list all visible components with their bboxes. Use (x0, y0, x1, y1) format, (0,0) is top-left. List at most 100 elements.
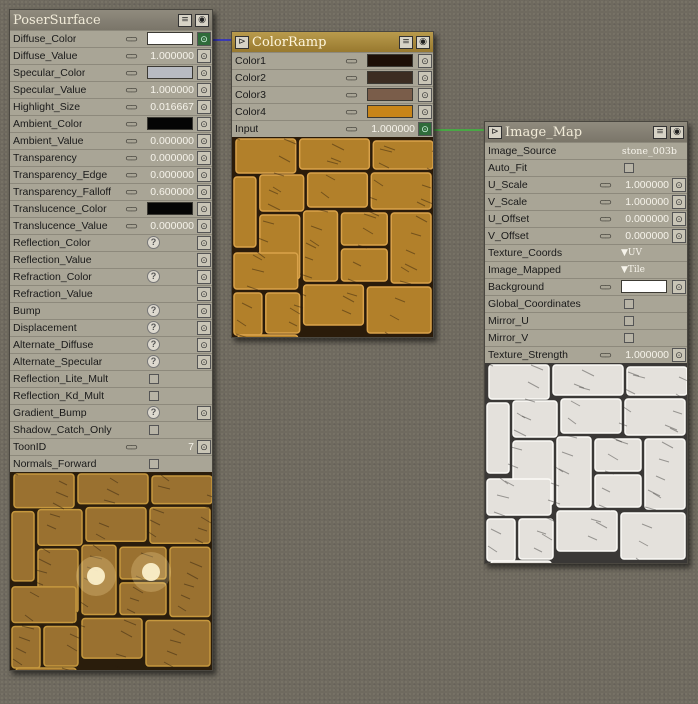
help-icon[interactable]: ? (147, 338, 160, 351)
chain-link-icon[interactable]: ⊂⊃ (345, 107, 358, 118)
param-row-u-offset[interactable]: U_Offset ⊂⊃ 0.000000 ⊙ (485, 210, 687, 227)
input-plug-icon[interactable]: ⊙ (197, 304, 211, 318)
param-row-input[interactable]: Input ⊂⊃ 1.000000 ⊙ (232, 120, 433, 137)
param-row-alternate-specular[interactable]: Alternate_Specular? ⊙ (10, 353, 212, 370)
chain-link-icon[interactable]: ⊂⊃ (599, 350, 612, 361)
param-row-mirror-v[interactable]: Mirror_V (485, 329, 687, 346)
param-row-transparency-falloff[interactable]: Transparency_Falloff ⊂⊃ 0.600000 ⊙ (10, 183, 212, 200)
chain-link-icon[interactable]: ⊂⊃ (599, 282, 612, 293)
chain-link-icon[interactable]: ⊂⊃ (125, 85, 138, 96)
checkbox[interactable] (624, 163, 634, 173)
param-value[interactable]: 1.000000 (625, 196, 669, 208)
posersurface-node[interactable]: PoserSurface ≡ ◉ Diffuse_Color ⊂⊃ ⊙ Diffuse… (9, 9, 213, 671)
input-plug-icon[interactable]: ⊙ (418, 88, 432, 102)
collapse-icon[interactable]: ⊳ (235, 35, 249, 49)
param-row-reflection-color[interactable]: Reflection_Color? ⊙ (10, 234, 212, 251)
input-plug-icon[interactable]: ⊙ (197, 83, 211, 97)
input-plug-icon[interactable]: ⊙ (672, 280, 686, 294)
input-plug-icon[interactable]: ⊙ (197, 287, 211, 301)
param-row-translucence-color[interactable]: Translucence_Color ⊂⊃ ⊙ (10, 200, 212, 217)
param-value[interactable]: 0.000000 (150, 135, 194, 147)
help-icon[interactable]: ? (147, 304, 160, 317)
param-row-reflection-lite-mult[interactable]: Reflection_Lite_Mult (10, 370, 212, 387)
chain-link-icon[interactable]: ⊂⊃ (599, 214, 612, 225)
param-value[interactable]: 1.000000 (371, 123, 415, 135)
param-value[interactable]: 7 (188, 441, 194, 453)
param-row-ambient-color[interactable]: Ambient_Color ⊂⊃ ⊙ (10, 115, 212, 132)
chain-link-icon[interactable]: ⊂⊃ (125, 153, 138, 164)
param-value[interactable]: 1.000000 (150, 50, 194, 62)
input-plug-icon[interactable]: ⊙ (418, 105, 432, 119)
input-plug-icon[interactable]: ⊙ (197, 219, 211, 233)
chain-link-icon[interactable]: ⊂⊃ (125, 136, 138, 147)
input-plug-icon[interactable]: ⊙ (418, 71, 432, 85)
param-value[interactable]: 0.000000 (150, 169, 194, 181)
input-plug-icon[interactable]: ⊙ (197, 117, 211, 131)
color-swatch[interactable] (367, 54, 413, 67)
input-plug-icon[interactable]: ⊙ (197, 66, 211, 80)
posersurface-titlebar[interactable]: PoserSurface ≡ ◉ (10, 10, 212, 30)
preview-eye-icon[interactable]: ◉ (416, 35, 430, 49)
chain-link-icon[interactable]: ⊂⊃ (125, 170, 138, 181)
color-swatch[interactable] (147, 66, 193, 79)
chain-link-icon[interactable]: ⊂⊃ (125, 68, 138, 79)
param-row-u-scale[interactable]: U_Scale ⊂⊃ 1.000000 ⊙ (485, 176, 687, 193)
input-plug-icon[interactable]: ⊙ (672, 195, 686, 209)
color-swatch[interactable] (147, 202, 193, 215)
image-source-value[interactable]: stone_003b (622, 146, 677, 157)
chain-link-icon[interactable]: ⊂⊃ (125, 187, 138, 198)
input-plug-icon[interactable]: ⊙ (418, 54, 432, 68)
input-plug-icon[interactable]: ⊙ (197, 440, 211, 454)
param-value[interactable]: 0.000000 (625, 230, 669, 242)
param-row-texture-strength[interactable]: Texture_Strength ⊂⊃ 1.000000 ⊙ (485, 346, 687, 363)
options-list-icon[interactable]: ≡ (178, 13, 192, 27)
help-icon[interactable]: ? (147, 321, 160, 334)
input-plug-icon[interactable]: ⊙ (197, 270, 211, 284)
chain-link-icon[interactable]: ⊂⊃ (599, 180, 612, 191)
param-row-transparency-edge[interactable]: Transparency_Edge ⊂⊃ 0.000000 ⊙ (10, 166, 212, 183)
help-icon[interactable]: ? (147, 270, 160, 283)
input-plug-icon[interactable]: ⊙ (197, 355, 211, 369)
param-row-alternate-diffuse[interactable]: Alternate_Diffuse? ⊙ (10, 336, 212, 353)
param-row-color3[interactable]: Color3 ⊂⊃ ⊙ (232, 86, 433, 103)
param-row-transparency[interactable]: Transparency ⊂⊃ 0.000000 ⊙ (10, 149, 212, 166)
param-dropdown[interactable]: ▼Tile (621, 265, 645, 275)
param-row-translucence-value[interactable]: Translucence_Value ⊂⊃ 0.000000 ⊙ (10, 217, 212, 234)
input-plug-icon[interactable]: ⊙ (197, 32, 211, 46)
param-value[interactable]: 1.000000 (625, 179, 669, 191)
param-row-bump[interactable]: Bump? ⊙ (10, 302, 212, 319)
input-plug-icon[interactable]: ⊙ (672, 348, 686, 362)
input-plug-icon[interactable]: ⊙ (672, 178, 686, 192)
param-row-background[interactable]: Background ⊂⊃ ⊙ (485, 278, 687, 295)
input-plug-icon[interactable]: ⊙ (197, 321, 211, 335)
chain-link-icon[interactable]: ⊂⊃ (599, 197, 612, 208)
options-list-icon[interactable]: ≡ (399, 35, 413, 49)
help-icon[interactable]: ? (147, 236, 160, 249)
color-swatch[interactable] (147, 117, 193, 130)
param-row-specular-color[interactable]: Specular_Color ⊂⊃ ⊙ (10, 64, 212, 81)
imagemap-titlebar[interactable]: ⊳ Image_Map ≡ ◉ (485, 122, 687, 142)
param-row-texture-coords[interactable]: Texture_Coords ▼UV (485, 244, 687, 261)
collapse-icon[interactable]: ⊳ (488, 125, 502, 139)
input-plug-icon[interactable]: ⊙ (197, 49, 211, 63)
param-row-auto-fit[interactable]: Auto_Fit (485, 159, 687, 176)
param-value[interactable]: 1.000000 (625, 349, 669, 361)
param-row-color4[interactable]: Color4 ⊂⊃ ⊙ (232, 103, 433, 120)
checkbox[interactable] (624, 316, 634, 326)
chain-link-icon[interactable]: ⊂⊃ (125, 51, 138, 62)
chain-link-icon[interactable]: ⊂⊃ (125, 221, 138, 232)
checkbox[interactable] (149, 425, 159, 435)
param-row-displacement[interactable]: Displacement? ⊙ (10, 319, 212, 336)
input-plug-icon[interactable]: ⊙ (197, 406, 211, 420)
param-row-image-mapped[interactable]: Image_Mapped ▼Tile (485, 261, 687, 278)
param-row-reflection-kd-mult[interactable]: Reflection_Kd_Mult (10, 387, 212, 404)
input-plug-icon[interactable]: ⊙ (197, 151, 211, 165)
chain-link-icon[interactable]: ⊂⊃ (345, 56, 358, 67)
input-plug-icon[interactable]: ⊙ (197, 253, 211, 267)
imagemap-node[interactable]: ⊳ Image_Map ≡ ◉ Image_Source stone_003b Au… (484, 121, 688, 564)
checkbox[interactable] (624, 299, 634, 309)
param-value[interactable]: 0.000000 (150, 220, 194, 232)
color-swatch[interactable] (621, 280, 667, 293)
input-plug-icon[interactable]: ⊙ (197, 100, 211, 114)
checkbox[interactable] (149, 391, 159, 401)
